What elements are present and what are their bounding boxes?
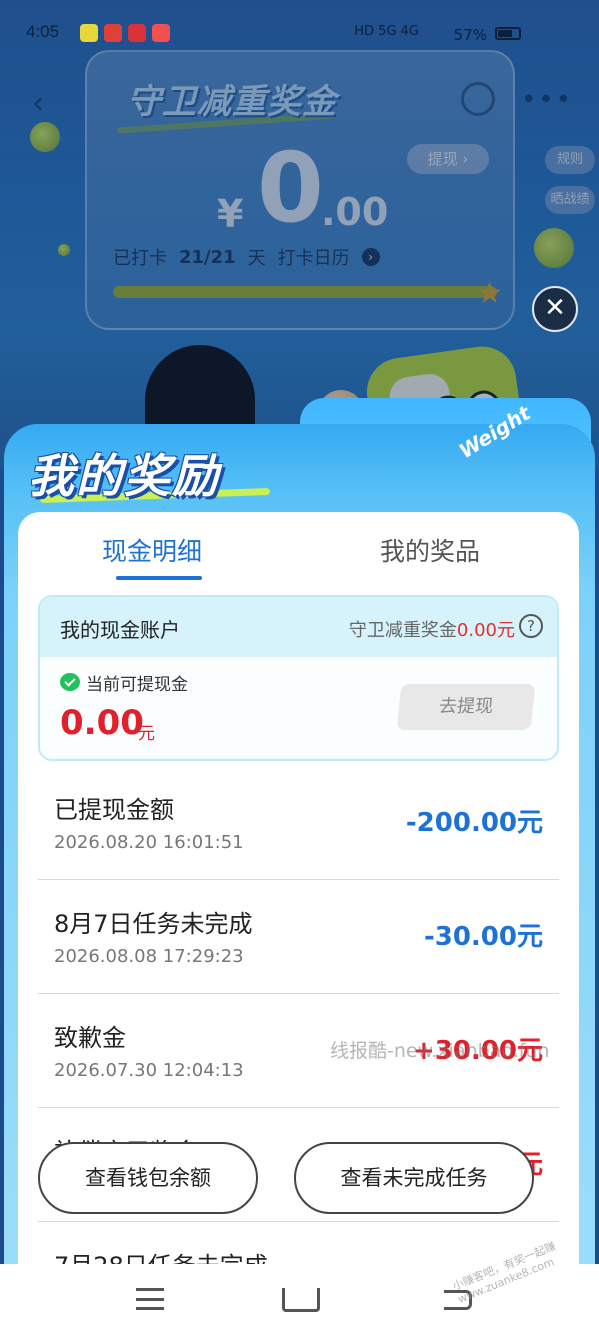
app-notification-icon	[128, 24, 146, 42]
app-notification-icon	[80, 24, 98, 42]
account-header: 我的现金账户 守卫减重奖金0.00元 ?	[40, 597, 557, 657]
withdrawable-cash-label: 当前可提现金	[86, 675, 188, 695]
account-title: 我的现金账户	[60, 618, 180, 642]
help-icon[interactable]: ?	[519, 614, 543, 638]
more-icon[interactable]: •••	[521, 85, 573, 115]
tab-my-prizes[interactable]: 我的奖品	[380, 532, 480, 568]
withdrawable-cash-amount: 0.00	[60, 703, 144, 743]
record-title: 致歉金	[54, 1024, 126, 1052]
go-withdraw-button[interactable]: 去提现	[396, 684, 536, 730]
view-incomplete-tasks-button[interactable]: 查看未完成任务	[294, 1142, 534, 1214]
record-time: 2026.08.20 16:01:51	[54, 832, 244, 853]
battery-percent: 57%	[453, 26, 487, 44]
wechat-check-icon	[60, 673, 80, 691]
record-time: 2026.07.30 12:04:13	[54, 1060, 244, 1081]
signal-indicators: HD 5G 4G	[354, 24, 419, 39]
record-row: 8月7日任务未完成 2026.08.08 17:29:23 -30.00元	[38, 880, 559, 994]
notification-icons	[80, 24, 170, 42]
bonus-info: 守卫减重奖金0.00元	[349, 616, 515, 642]
record-title: 8月7日任务未完成	[54, 910, 253, 938]
status-time: 4:05	[26, 22, 60, 41]
tab-bar: 现金明细 我的奖品	[18, 512, 579, 588]
record-amount: -200.00元	[405, 808, 543, 838]
app-notification-icon	[152, 24, 170, 42]
watermark: 线报酷-new.xianbao.fun	[330, 1040, 550, 1062]
view-wallet-balance-button[interactable]: 查看钱包余额	[38, 1142, 258, 1214]
record-title: 已提现金额	[54, 796, 174, 824]
cash-account-card: 我的现金账户 守卫减重奖金0.00元 ? 当前可提现金 0.00 元 去提现	[38, 595, 559, 761]
bonus-value: 0.00元	[456, 620, 515, 641]
close-button[interactable]: ✕	[532, 286, 578, 332]
home-icon[interactable]	[282, 1288, 320, 1312]
app-notification-icon	[104, 24, 122, 42]
active-tab-indicator	[116, 576, 202, 580]
back-arrow-icon[interactable]: ‹	[32, 86, 56, 121]
sheet-title: 我的奖励	[28, 449, 220, 503]
bonus-label: 守卫减重奖金	[348, 620, 457, 641]
battery-icon	[495, 27, 521, 40]
cash-unit: 元	[138, 724, 155, 744]
tab-cash-details[interactable]: 现金明细	[102, 532, 202, 568]
record-amount: -30.00元	[423, 922, 543, 952]
menu-icon[interactable]	[136, 1288, 164, 1310]
status-bar: 4:05 HD 5G 4G 57%	[0, 0, 599, 64]
record-row: 已提现金额 2026.08.20 16:01:51 -200.00元	[38, 766, 559, 880]
record-time: 2026.08.08 17:29:23	[54, 946, 244, 967]
